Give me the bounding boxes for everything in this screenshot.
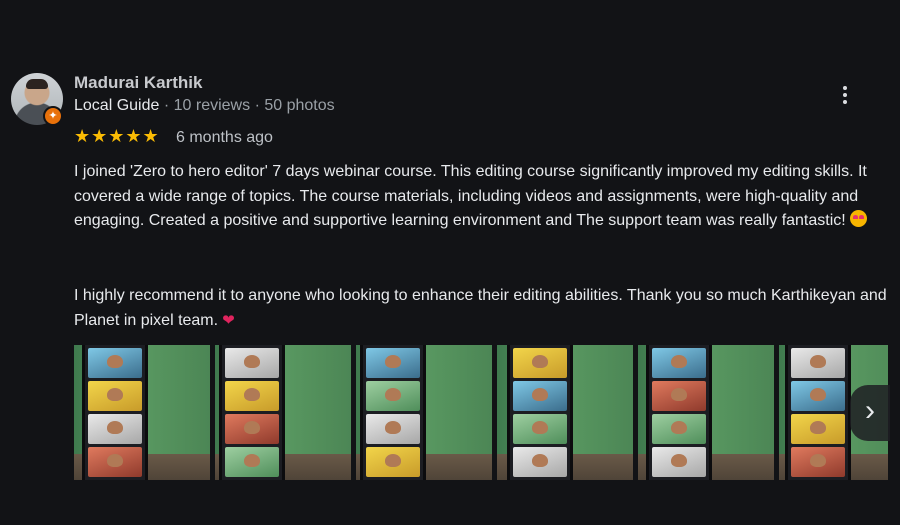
local-guide-badge-icon: ✦ bbox=[43, 106, 63, 126]
more-vert-dot bbox=[843, 93, 847, 97]
chevron-right-icon: › bbox=[865, 394, 875, 427]
review-text-paragraph-1: I joined 'Zero to hero editor' 7 days we… bbox=[74, 160, 894, 234]
video-tile bbox=[513, 414, 567, 444]
star-rating: ★★★★★ bbox=[74, 126, 160, 146]
video-tile bbox=[366, 414, 420, 444]
video-tile bbox=[225, 414, 279, 444]
review-photo[interactable] bbox=[74, 345, 210, 480]
phone-screen bbox=[360, 345, 426, 480]
phone-screen bbox=[646, 345, 712, 480]
video-tile bbox=[652, 414, 706, 444]
more-vert-dot bbox=[843, 100, 847, 104]
video-tile bbox=[791, 447, 845, 477]
phone-screen bbox=[219, 345, 285, 480]
reviews-count: 10 reviews bbox=[173, 97, 251, 114]
review-photos-strip bbox=[74, 345, 888, 480]
next-photos-button[interactable]: › bbox=[850, 385, 890, 441]
review-text-paragraph-2: I highly recommend it to anyone who look… bbox=[74, 284, 894, 333]
video-tile bbox=[88, 414, 142, 444]
heart-emoji-icon: ❤ bbox=[222, 311, 235, 329]
review-card: ✦ Madurai Karthik Local Guide · 10 revie… bbox=[0, 0, 900, 525]
video-tile bbox=[791, 414, 845, 444]
meta-separator: · bbox=[163, 97, 170, 114]
review-paragraph-1: I joined 'Zero to hero editor' 7 days we… bbox=[74, 163, 867, 229]
video-tile bbox=[513, 447, 567, 477]
video-tile bbox=[225, 348, 279, 378]
star-struck-emoji-icon bbox=[849, 210, 867, 227]
phone-screen bbox=[507, 345, 573, 480]
more-vert-icon bbox=[843, 86, 847, 90]
review-photo[interactable] bbox=[638, 345, 774, 480]
video-tile bbox=[225, 447, 279, 477]
video-tile bbox=[88, 381, 142, 411]
local-guide-label: Local Guide bbox=[74, 97, 160, 114]
phone-screen bbox=[82, 345, 148, 480]
video-tile bbox=[652, 348, 706, 378]
video-tile bbox=[366, 381, 420, 411]
video-tile bbox=[513, 348, 567, 378]
video-tile bbox=[88, 348, 142, 378]
review-photo[interactable] bbox=[497, 345, 633, 480]
video-tile bbox=[513, 381, 567, 411]
review-photo[interactable] bbox=[215, 345, 351, 480]
video-tile bbox=[366, 447, 420, 477]
video-tile bbox=[366, 348, 420, 378]
more-options-button[interactable] bbox=[836, 84, 854, 106]
reviewer-name[interactable]: Madurai Karthik bbox=[74, 73, 202, 93]
video-tile bbox=[791, 381, 845, 411]
video-tile bbox=[225, 381, 279, 411]
review-date: 6 months ago bbox=[176, 129, 273, 146]
meta-separator: · bbox=[254, 97, 260, 114]
photos-count: 50 photos bbox=[264, 97, 335, 114]
video-tile bbox=[652, 381, 706, 411]
phone-screen bbox=[785, 345, 851, 480]
avatar-hair bbox=[26, 79, 48, 89]
reviewer-meta: Local Guide · 10 reviews · 50 photos bbox=[74, 97, 335, 115]
video-tile bbox=[652, 447, 706, 477]
video-tile bbox=[88, 447, 142, 477]
video-tile bbox=[791, 348, 845, 378]
review-paragraph-2: I highly recommend it to anyone who look… bbox=[74, 287, 887, 329]
review-photo[interactable] bbox=[356, 345, 492, 480]
